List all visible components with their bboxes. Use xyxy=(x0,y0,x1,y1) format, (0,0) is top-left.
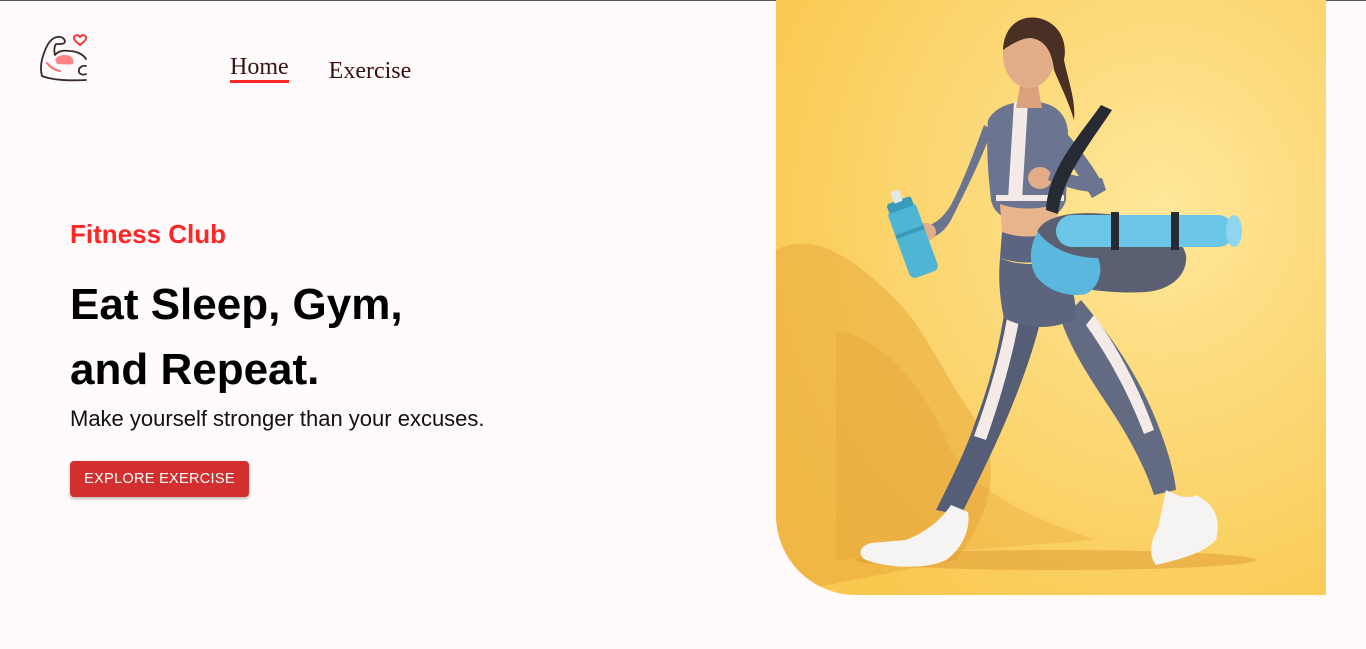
hero-subtitle: Fitness Club xyxy=(70,219,227,249)
flexed-arm-logo-icon xyxy=(40,34,87,82)
hero-title-line-2: and Repeat. xyxy=(70,345,320,394)
woman-walking-with-gym-bag-image xyxy=(776,0,1326,595)
hero-description: Make yourself stronger than your excuses… xyxy=(70,406,485,431)
hero-title-line-1: Eat Sleep, Gym, xyxy=(70,280,403,329)
logo[interactable] xyxy=(38,33,88,83)
nav-link-home[interactable]: Home xyxy=(230,55,289,83)
nav-link-exercise[interactable]: Exercise xyxy=(329,59,412,83)
hero-title: Eat Sleep, Gym, and Repeat. xyxy=(70,272,403,402)
main-nav: Home Exercise xyxy=(230,55,411,83)
hero-banner-image xyxy=(776,0,1326,595)
explore-exercise-button[interactable]: EXPLORE EXERCISE xyxy=(70,461,249,497)
